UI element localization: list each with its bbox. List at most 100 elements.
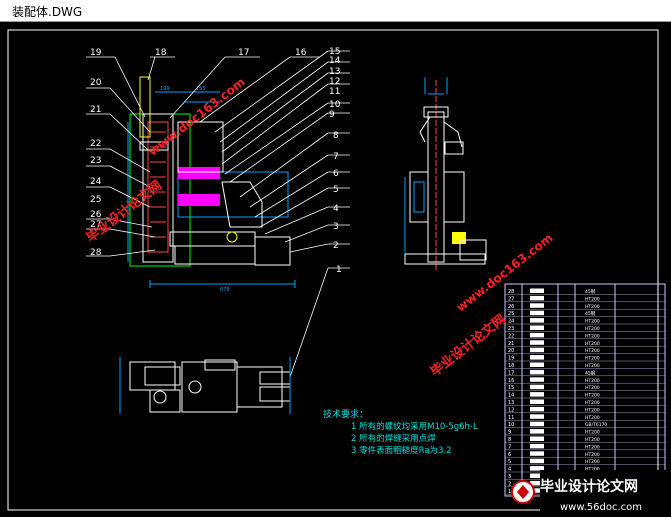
bom-row-material: HT200 — [585, 444, 600, 450]
bom-row-number: 1 — [508, 489, 511, 495]
bom-row-number: 27 — [508, 296, 514, 302]
bom-row-material: HT200 — [585, 304, 600, 310]
tech-item: 2 所有的焊缝采用点焊 — [351, 433, 436, 444]
part-number-label: 21 — [90, 105, 101, 115]
bom-row-material: 45钢 — [585, 288, 596, 295]
part-number-label: 11 — [329, 87, 340, 97]
bom-row-name-block — [530, 421, 544, 427]
bom-row-material: HT200 — [585, 296, 600, 302]
window-titlebar: 装配体.DWG — [0, 0, 671, 22]
part-number-label: 28 — [90, 248, 102, 258]
tech-requirements: 技术要求： 1 所有的螺纹均采用M10-5g6h-L 2 所有的焊缝采用点焊 3… — [323, 408, 478, 456]
bom-row-number: 7 — [508, 444, 511, 450]
part-number-label: 8 — [333, 131, 339, 141]
bom-row-number: 23 — [508, 326, 514, 332]
bom-row-name-block — [530, 414, 544, 419]
bom-row-material: HT200 — [585, 341, 600, 347]
tech-item: 1 所有的螺纹均采用M10-5g6h-L — [351, 421, 478, 432]
bom-row-name-block — [530, 325, 544, 330]
bom-row-name-block — [530, 392, 544, 397]
bom-row-name-block — [530, 377, 544, 382]
bom-row-material: HT200 — [585, 459, 600, 465]
bom-row-name-block — [530, 318, 544, 323]
bom-row-number: 12 — [508, 407, 514, 413]
bom-row-number: 26 — [508, 304, 514, 310]
bom-row-material: HT200 — [585, 430, 600, 436]
bom-row-material: HT200 — [585, 437, 600, 443]
bom-row-name-block — [530, 458, 544, 464]
bom-row-material: HT200 — [585, 319, 600, 325]
bom-row-name-block — [530, 303, 544, 308]
dim-top-left: 199 — [160, 86, 170, 92]
bom-row-material: HT200 — [585, 363, 600, 369]
part-number-label: 9 — [329, 110, 335, 120]
bom-row-name-block — [530, 288, 544, 293]
part-number-label: 14 — [329, 56, 341, 66]
bom-row-material: GB/T6170 — [585, 422, 607, 428]
bom-row-number: 20 — [508, 348, 514, 354]
part-number-label: 5 — [333, 185, 339, 195]
bom-row-material: HT200 — [585, 393, 600, 399]
bom-row-number: 16 — [508, 378, 514, 384]
bom-row-number: 24 — [508, 319, 514, 325]
bom-row-number: 4 — [508, 467, 511, 473]
bom-row-number: 2 — [508, 481, 511, 487]
bom-row-name-block — [530, 355, 544, 360]
bom-row-material: HT200 — [585, 452, 600, 458]
bom-row-material: HT200 — [585, 407, 600, 413]
bom-row-number: 22 — [508, 333, 514, 339]
part-number-label: 24 — [90, 177, 102, 187]
logo-url: www.56doc.com — [560, 502, 642, 513]
bom-row-name-block — [530, 347, 544, 353]
dim-top-mid: 155 — [196, 86, 206, 92]
part-number-label: 23 — [90, 156, 101, 166]
bom-row-name-block — [530, 436, 544, 441]
bom-row-material: 45钢 — [585, 369, 596, 376]
part-number-label: 4 — [333, 204, 339, 214]
bom-row-material: HT200 — [585, 348, 600, 354]
watermark-text: 毕业设计论文网 — [427, 311, 509, 380]
side-view — [404, 77, 487, 272]
bom-row-number: 9 — [508, 430, 511, 436]
bom-row-material: 45钢 — [585, 310, 596, 317]
bom-row-number: 5 — [508, 459, 511, 465]
bom-row-name-block — [530, 451, 544, 456]
part-number-label: 20 — [90, 78, 102, 88]
part-number-label: 10 — [329, 100, 341, 110]
part-number-label: 13 — [329, 67, 340, 77]
part-number-label: 12 — [329, 77, 340, 87]
bom-row-material: HT200 — [585, 356, 600, 362]
bom-row-material: HT200 — [585, 415, 600, 421]
part-number-label: 16 — [295, 48, 307, 58]
watermark-diagonal-2: 毕业设计论文网 www.doc163.com — [427, 231, 555, 380]
bom-row-number: 15 — [508, 385, 514, 391]
bom-row-number: 13 — [508, 400, 514, 406]
bom-row-name-block — [530, 429, 544, 434]
bom-row-number: 10 — [508, 422, 514, 428]
bom-row-material: HT200 — [585, 385, 600, 391]
dim-overall-width: 678 — [220, 287, 230, 293]
bom-table: 28 45钢 27 HT200 26 HT200 2 5 45钢 24 HT200 23 HT200 22… — [504, 283, 666, 497]
bom-row-material: HT200 — [585, 326, 600, 332]
part-number-label: 25 — [90, 195, 101, 205]
bom-row-name-block — [530, 443, 544, 449]
part-number-label: 7 — [333, 152, 339, 162]
part-number-label: 1 — [336, 265, 342, 275]
part-number-label: 2 — [333, 241, 339, 251]
logo-text: 毕业设计论文网 — [540, 478, 638, 495]
bom-row-number: 21 — [508, 341, 514, 347]
part-number-label: 22 — [90, 139, 101, 149]
drawing-canvas[interactable]: 678 199 155 19 18 17 16 15 14 13 12 11 1… — [0, 22, 671, 517]
cad-drawing: 678 199 155 19 18 17 16 15 14 13 12 11 1… — [7, 29, 668, 516]
bom-row-number: 28 — [508, 289, 514, 295]
part-number-label: 3 — [333, 222, 339, 232]
bom-row-name-block — [530, 406, 544, 412]
part-number-label: 26 — [90, 210, 102, 220]
bom-row-number: 18 — [508, 363, 514, 369]
tech-heading: 技术要求： — [323, 408, 368, 420]
tech-item: 3 零件表面粗糙度Ra为3.2 — [351, 445, 452, 456]
bom-row-name-block — [530, 466, 544, 471]
bom-row-number: 3 — [508, 474, 511, 480]
bom-row-number: 14 — [508, 393, 514, 399]
bom-row-number: 17 — [508, 370, 514, 376]
